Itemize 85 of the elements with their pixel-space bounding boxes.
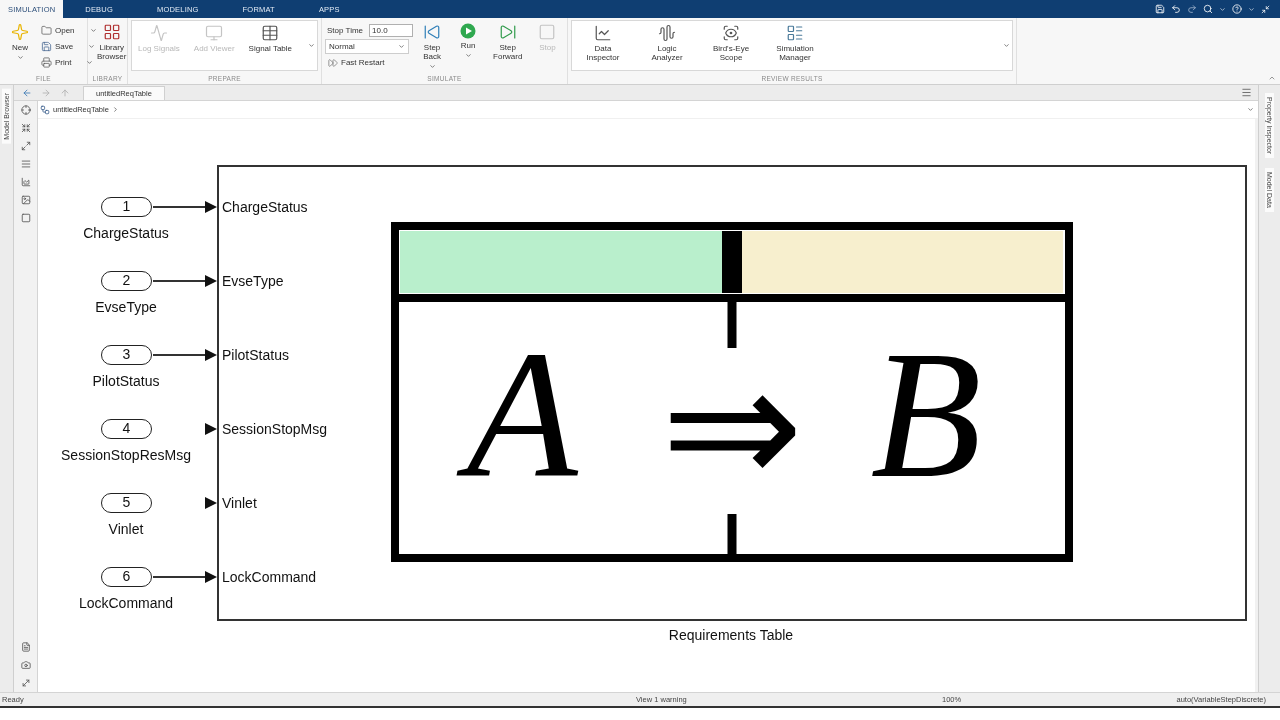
inport-label: ChargeStatus — [83, 225, 169, 241]
stop-time-field[interactable]: 10.0 — [369, 24, 413, 37]
line-chart-icon — [594, 24, 612, 42]
chevron-icon — [111, 106, 119, 113]
list-icon — [786, 24, 804, 42]
inport-block: 1 — [101, 197, 152, 217]
port-arrow-icon — [205, 497, 217, 509]
square-icon — [538, 23, 557, 41]
port-label: LockCommand — [222, 569, 317, 585]
port-arrow-icon — [205, 571, 217, 583]
port-label: SessionStopMsg — [222, 421, 328, 437]
redo-icon[interactable] — [1187, 4, 1197, 14]
inport-block: 5 — [101, 493, 152, 513]
caret-icon[interactable] — [1219, 5, 1226, 13]
ribbon-button[interactable]: Signal Table — [242, 21, 299, 53]
folder-icon — [41, 25, 52, 36]
field-label: Stop Time — [327, 26, 363, 35]
help-icon[interactable] — [1232, 4, 1242, 14]
monitor-icon — [205, 24, 224, 42]
lines-icon[interactable] — [20, 159, 31, 169]
square-icon[interactable] — [20, 213, 31, 223]
inport-block: 6 — [101, 567, 152, 587]
diagonal-arrow-icon[interactable] — [20, 678, 31, 688]
ribbon-button[interactable]: Bird's-Eye Scope — [700, 21, 762, 62]
inport-block: 3 — [101, 345, 152, 365]
caret-icon[interactable] — [308, 42, 315, 49]
ribbon-button[interactable]: Logic Analyzer — [636, 21, 698, 62]
document-icon[interactable] — [20, 642, 31, 652]
search-icon[interactable] — [1203, 4, 1213, 14]
save-icon — [41, 41, 52, 52]
play-icon — [460, 23, 477, 39]
ribbon-button[interactable]: Data Inspector — [572, 21, 634, 62]
inport-label: SessionStopResMsg — [61, 447, 191, 463]
port-label: ChargeStatus — [222, 199, 308, 215]
ribbon-button[interactable]: Run — [451, 20, 486, 59]
ribbon-button[interactable]: New — [3, 20, 37, 61]
ribbon-button[interactable]: Step Back — [415, 20, 450, 70]
implies-symbol: ⇒ — [661, 341, 803, 511]
area-chart-icon[interactable] — [20, 177, 31, 187]
port-label: Vinlet — [222, 495, 257, 511]
save-icon[interactable] — [1155, 4, 1165, 14]
port-arrow-icon — [205, 201, 217, 213]
port-arrow-icon — [205, 349, 217, 361]
fast-forward-icon — [328, 57, 338, 68]
scan-eye-icon — [722, 24, 740, 42]
caret-icon — [398, 43, 405, 50]
menu-icon[interactable] — [1241, 87, 1252, 98]
caret-icon[interactable] — [1247, 106, 1254, 113]
undo-icon[interactable] — [1171, 4, 1181, 14]
printer-icon — [41, 57, 52, 68]
inport-label: Vinlet — [108, 521, 144, 537]
toggle-button[interactable]: Fast Restart — [325, 55, 413, 70]
table-icon — [261, 24, 280, 42]
port-arrow-icon — [205, 275, 217, 287]
camera-icon[interactable] — [20, 660, 31, 670]
inport-block: 4 — [101, 419, 152, 439]
formula-term: B — [869, 312, 983, 517]
caret-icon[interactable] — [1003, 42, 1010, 49]
waveform-icon — [658, 24, 676, 42]
connected-nodes-icon — [40, 104, 50, 115]
grid-icon — [102, 23, 121, 41]
ribbon-button[interactable]: Step Forward — [487, 20, 529, 61]
ribbon-button[interactable]: Simulation Manager — [764, 21, 826, 62]
expand-icon[interactable] — [20, 141, 31, 151]
caret-icon[interactable] — [1248, 5, 1255, 13]
ribbon-button[interactable]: Open — [39, 23, 99, 38]
inport-label: EvseType — [95, 299, 157, 315]
sparkle-icon — [11, 23, 29, 41]
port-label: PilotStatus — [222, 347, 289, 363]
pulse-icon — [149, 24, 168, 42]
divider-dash — [727, 514, 737, 554]
inport-block: 2 — [101, 271, 152, 291]
step-forward-icon — [498, 23, 517, 41]
port-label: EvseType — [222, 273, 284, 289]
block-caption: Requirements Table — [668, 627, 794, 643]
mode-dropdown[interactable]: Normal — [325, 39, 409, 54]
port-arrow-icon — [205, 423, 217, 435]
image-icon[interactable] — [20, 195, 31, 205]
shrink-icon[interactable] — [20, 123, 31, 133]
inport-label: PilotStatus — [92, 373, 160, 389]
back-icon[interactable] — [22, 87, 32, 98]
inport-label: LockCommand — [78, 595, 174, 611]
collapse-icon[interactable] — [1261, 4, 1270, 14]
crosshair-icon[interactable] — [20, 105, 31, 115]
step-back-icon — [423, 23, 442, 41]
